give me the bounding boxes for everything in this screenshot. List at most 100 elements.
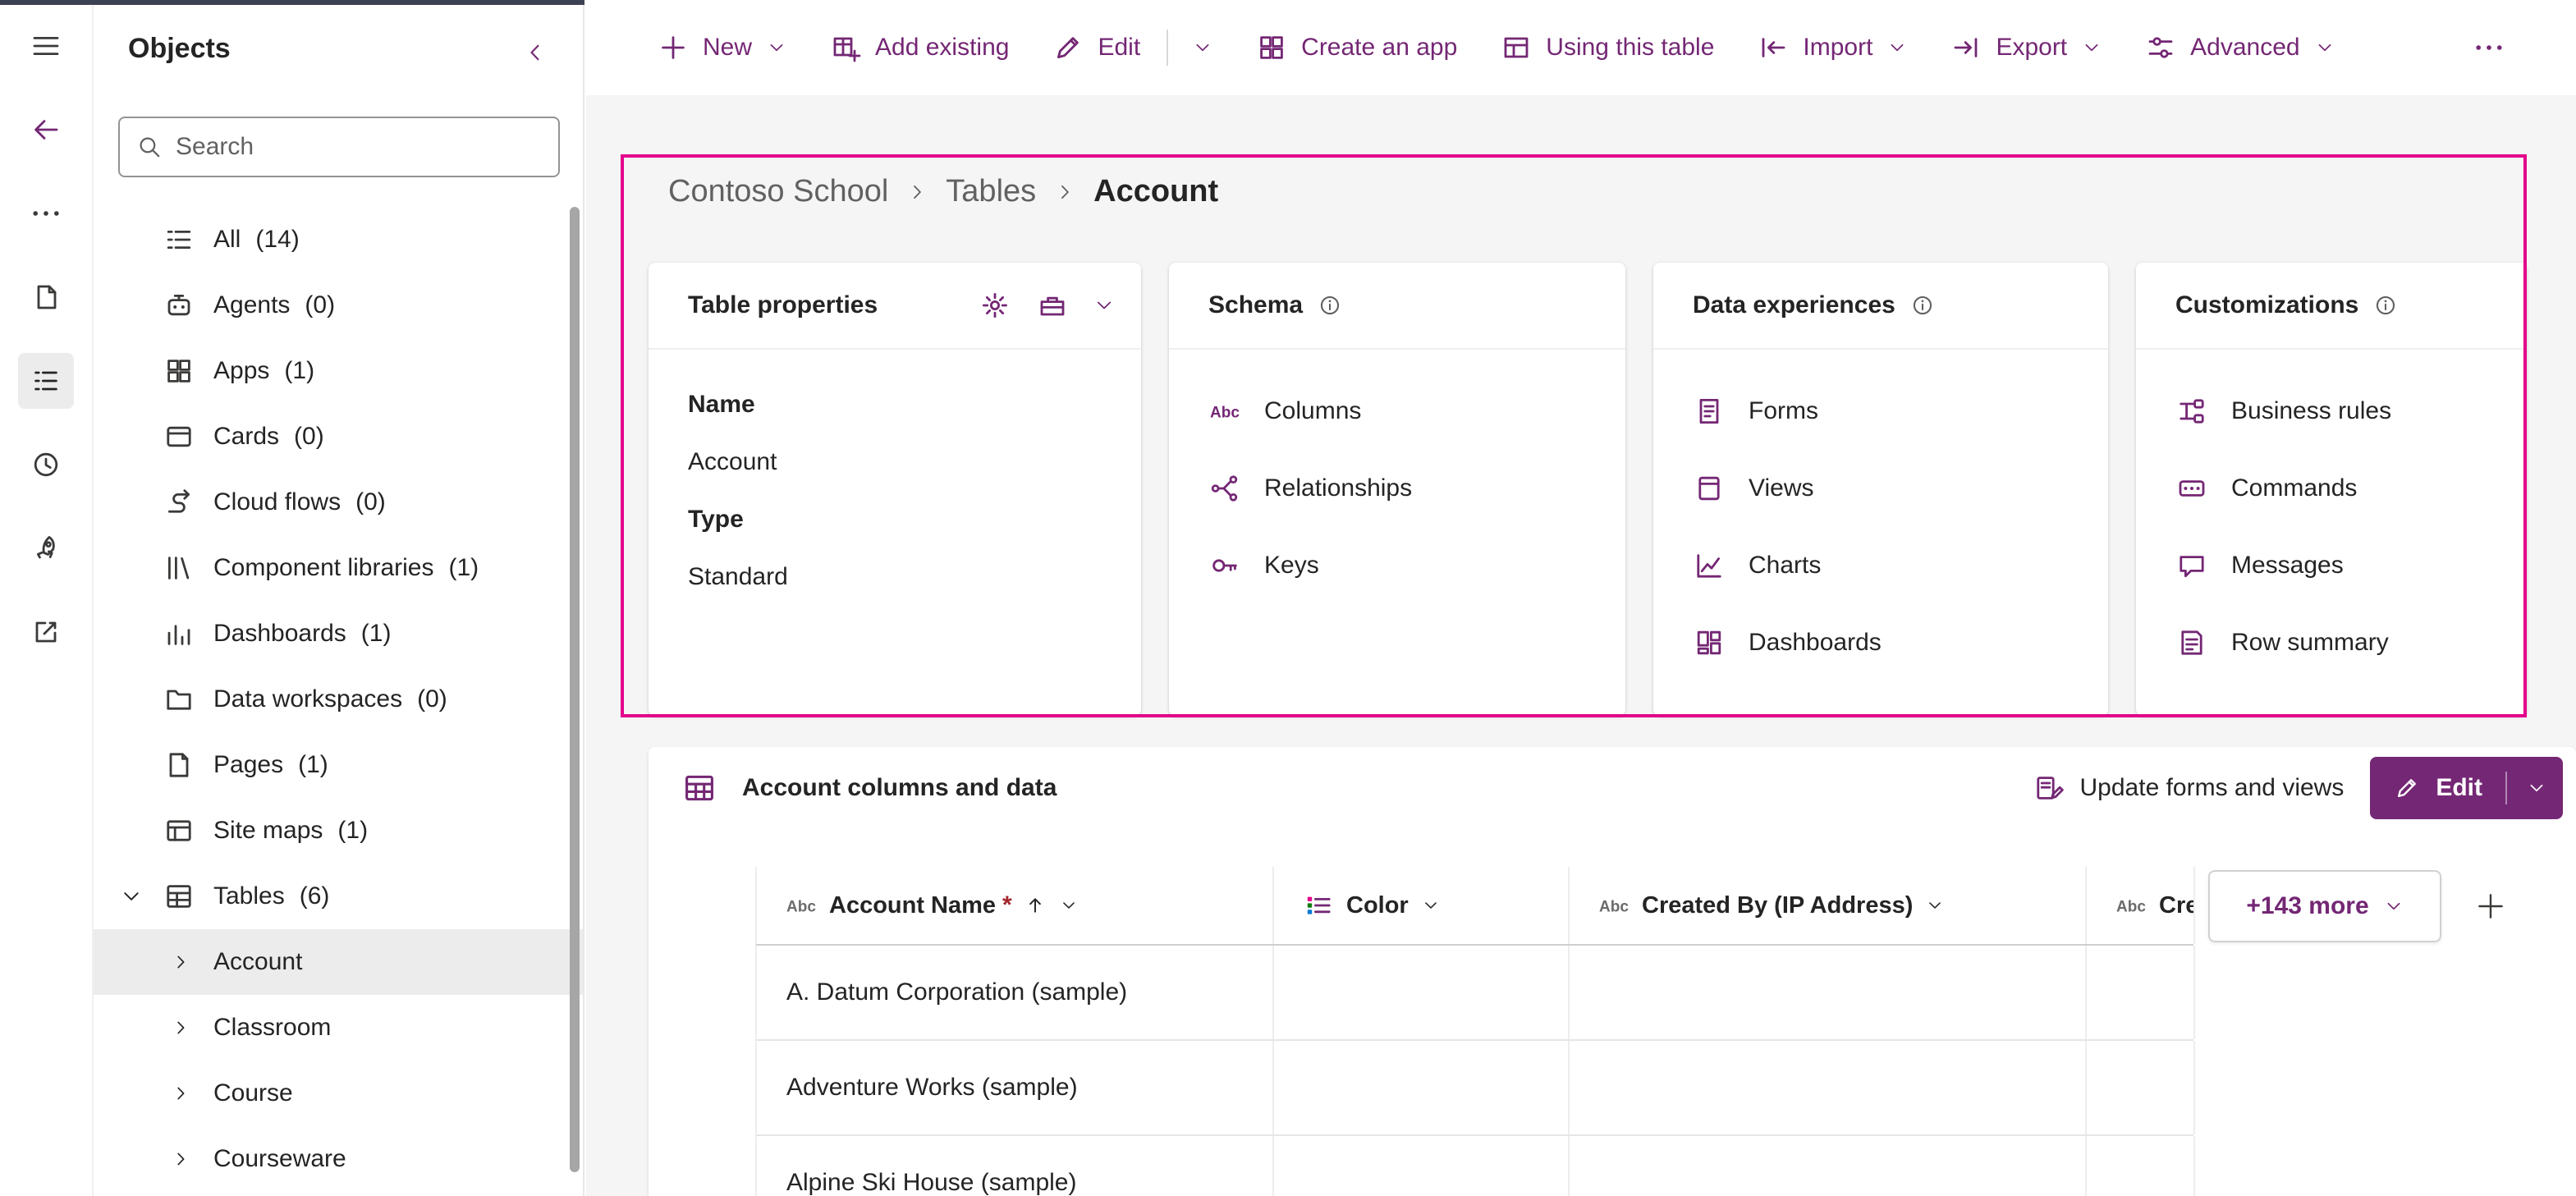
card-header: Table properties bbox=[649, 263, 1141, 350]
breadcrumb-tables[interactable]: Tables bbox=[946, 174, 1036, 209]
cell-account-name[interactable]: A. Datum Corporation (sample) bbox=[757, 946, 1274, 1039]
command-using-this-table[interactable]: Using this table bbox=[1478, 16, 1735, 79]
agents-icon bbox=[163, 289, 195, 322]
cell-empty[interactable] bbox=[1274, 946, 1570, 1039]
update-forms-views-button[interactable]: Update forms and views bbox=[2033, 772, 2345, 804]
chevron-left-icon bbox=[523, 40, 548, 65]
sidebar-item-courseware[interactable]: Courseware bbox=[94, 1126, 583, 1192]
command-new[interactable]: New bbox=[635, 16, 808, 79]
cell-empty[interactable] bbox=[1570, 946, 2087, 1039]
card-item-views[interactable]: Views bbox=[1653, 450, 2108, 527]
cell-empty[interactable] bbox=[2087, 1136, 2195, 1196]
cell-empty[interactable] bbox=[1274, 1041, 1570, 1134]
command-export[interactable]: Export bbox=[1928, 16, 2123, 79]
sidebar-item-cards[interactable]: Cards(0) bbox=[94, 404, 583, 470]
abc-icon: Abc bbox=[1208, 395, 1241, 428]
sidebar-item-label: Agents(0) bbox=[213, 273, 335, 338]
info-icon[interactable] bbox=[1910, 293, 1935, 318]
chevron-down-icon[interactable] bbox=[2527, 778, 2546, 798]
split-divider bbox=[1167, 30, 1168, 66]
column-header-account-name[interactable]: AbcAccount Name* bbox=[757, 867, 1274, 944]
sidebar-item-agents[interactable]: Agents(0) bbox=[94, 273, 583, 338]
command-import[interactable]: Import bbox=[1735, 16, 1928, 79]
card-item-dashboards[interactable]: Dashboards bbox=[1653, 604, 2108, 681]
column-header-crea[interactable]: Abc Crea bbox=[2087, 867, 2195, 944]
svg-text:Abc: Abc bbox=[1210, 405, 1240, 422]
sidebar-item-data-workspaces[interactable]: Data workspaces(0) bbox=[94, 667, 583, 732]
svg-text:Abc: Abc bbox=[2116, 899, 2146, 916]
data-workspaces-icon bbox=[163, 683, 195, 716]
sidebar-item-dashboards[interactable]: Dashboards(1) bbox=[94, 601, 583, 667]
tables-icon bbox=[163, 880, 195, 913]
svg-text:Abc: Abc bbox=[786, 899, 816, 916]
chevron-down-icon[interactable] bbox=[1093, 295, 1115, 316]
command-create-an-app[interactable]: Create an app bbox=[1234, 16, 1478, 79]
card-item-columns[interactable]: AbcColumns bbox=[1169, 373, 1625, 450]
sidebar-scrollbar-thumb[interactable] bbox=[570, 207, 580, 1172]
rail-publish-button[interactable] bbox=[18, 604, 74, 660]
sidebar-item-component-libraries[interactable]: Component libraries(1) bbox=[94, 535, 583, 601]
breadcrumb: Contoso SchoolTablesAccount bbox=[668, 174, 1218, 209]
command-edit[interactable]: Edit bbox=[1030, 16, 1234, 79]
settings-gear-icon[interactable] bbox=[979, 289, 1011, 322]
sidebar-item-classroom[interactable]: Classroom bbox=[94, 995, 583, 1061]
item-count: (1) bbox=[284, 357, 314, 384]
rail-history-button[interactable] bbox=[18, 437, 74, 493]
sidebar-item-tables[interactable]: Tables(6) bbox=[94, 864, 583, 929]
sidebar-item-apps[interactable]: Apps(1) bbox=[94, 338, 583, 404]
split-button-divider bbox=[2505, 772, 2507, 804]
card-item-keys[interactable]: Keys bbox=[1169, 527, 1625, 604]
table-row-alpine-ski-house-sample[interactable]: Alpine Ski House (sample) bbox=[757, 1136, 2193, 1196]
card-item-forms[interactable]: Forms bbox=[1653, 373, 2108, 450]
sidebar-item-all[interactable]: All(14) bbox=[94, 207, 583, 273]
command-advanced[interactable]: Advanced bbox=[2123, 16, 2355, 79]
command-add-existing[interactable]: Add existing bbox=[808, 16, 1030, 79]
table-row-adventure-works-sample[interactable]: Adventure Works (sample) bbox=[757, 1041, 2193, 1136]
cell-empty[interactable] bbox=[2087, 946, 2195, 1039]
cell-account-name[interactable]: Adventure Works (sample) bbox=[757, 1041, 1274, 1134]
sidebar-item-site-maps[interactable]: Site maps(1) bbox=[94, 798, 583, 864]
objects-sidebar: Objects All(14)Agents(0)Apps(1)Cards(0)C… bbox=[94, 5, 584, 1196]
card-item-charts[interactable]: Charts bbox=[1653, 527, 2108, 604]
search-box[interactable] bbox=[118, 117, 560, 177]
card-item-commands[interactable]: Commands bbox=[2136, 450, 2527, 527]
edit-data-button[interactable]: Edit bbox=[2370, 757, 2563, 819]
table-row-a-datum-corporation-sample[interactable]: A. Datum Corporation (sample) bbox=[757, 946, 2193, 1041]
command-overflow-button[interactable] bbox=[2451, 16, 2527, 79]
info-icon[interactable] bbox=[2373, 293, 2398, 318]
column-header-color[interactable]: Color bbox=[1274, 867, 1570, 944]
column-header-created-by-ip-address[interactable]: AbcCreated By (IP Address) bbox=[1570, 867, 2087, 944]
rail-solutions-button[interactable] bbox=[18, 269, 74, 325]
collapse-sidebar-button[interactable] bbox=[514, 31, 557, 74]
info-icon[interactable] bbox=[1318, 293, 1342, 318]
card-item-business-rules[interactable]: Business rules bbox=[2136, 373, 2527, 450]
sidebar-item-account[interactable]: Account bbox=[94, 929, 583, 995]
cell-account-name[interactable]: Alpine Ski House (sample) bbox=[757, 1136, 1274, 1196]
rail-menu-button[interactable] bbox=[18, 18, 74, 74]
card-title: Customizations bbox=[2175, 291, 2358, 319]
sidebar-item-label: Pages(1) bbox=[213, 732, 328, 798]
card-item-row-summary[interactable]: Row summary bbox=[2136, 604, 2527, 681]
sidebar-item-pages[interactable]: Pages(1) bbox=[94, 732, 583, 798]
cell-empty[interactable] bbox=[1274, 1136, 1570, 1196]
add-column-button[interactable] bbox=[2473, 888, 2509, 924]
cell-empty[interactable] bbox=[1570, 1136, 2087, 1196]
column-label: Crea bbox=[2159, 892, 2195, 919]
card-item-relationships[interactable]: Relationships bbox=[1169, 450, 1625, 527]
chevron-down-icon[interactable] bbox=[120, 885, 143, 908]
rail-launch-button[interactable] bbox=[18, 520, 74, 576]
sidebar-item-cloud-flows[interactable]: Cloud flows(0) bbox=[94, 470, 583, 535]
rail-objects-button[interactable] bbox=[18, 353, 74, 409]
search-input[interactable] bbox=[176, 133, 542, 161]
sidebar-item-label: Classroom bbox=[213, 995, 331, 1061]
toolbox-icon[interactable] bbox=[1036, 289, 1069, 322]
more-columns-button[interactable]: +143 more bbox=[2208, 870, 2441, 942]
cell-empty[interactable] bbox=[2087, 1041, 2195, 1134]
rail-back-button[interactable] bbox=[18, 102, 74, 158]
card-item-label: Keys bbox=[1264, 552, 1319, 580]
card-item-messages[interactable]: Messages bbox=[2136, 527, 2527, 604]
rail-more-button[interactable] bbox=[18, 186, 74, 241]
sidebar-item-course[interactable]: Course bbox=[94, 1061, 583, 1126]
cell-empty[interactable] bbox=[1570, 1041, 2087, 1134]
breadcrumb-contoso-school[interactable]: Contoso School bbox=[668, 174, 888, 209]
